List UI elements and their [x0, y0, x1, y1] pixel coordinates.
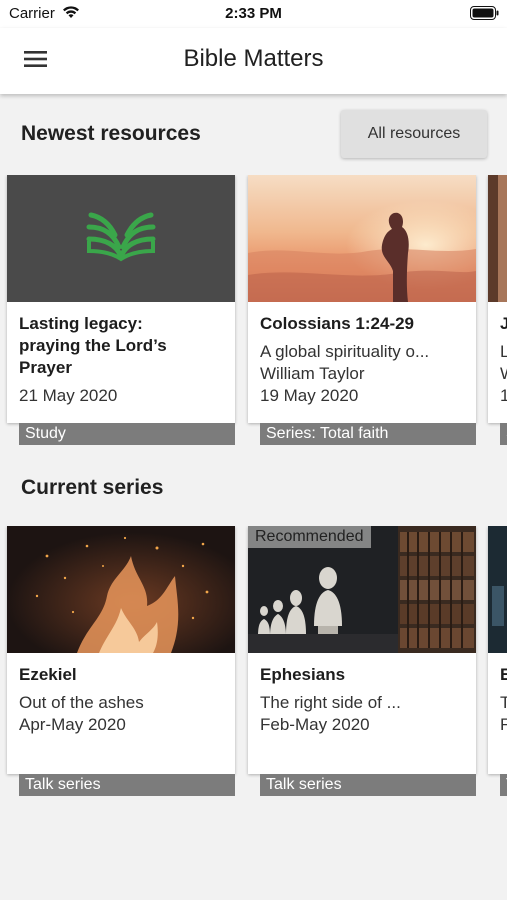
card-date: Apr-May 2020	[19, 715, 126, 734]
card-author: William Taylor	[260, 364, 365, 383]
newest-resources-heading: Newest resources	[21, 122, 201, 145]
series-card[interactable]: E T F T	[488, 526, 507, 796]
card-tag: Talk series	[260, 774, 476, 796]
app-bar: Bible Matters	[0, 28, 507, 94]
card-image	[488, 526, 507, 653]
battery-icon	[470, 6, 500, 25]
bible-matters-logo-icon	[86, 212, 156, 262]
card-tag: Series: Total faith	[260, 423, 476, 445]
card-subtitle: Out of the ashes	[19, 693, 144, 712]
card-image: Recommended	[248, 526, 476, 653]
card-title: Ephesians	[260, 665, 346, 684]
newest-resources-carousel[interactable]: Lasting legacy: praying the Lord’s Praye…	[0, 175, 507, 455]
card-date: 1	[500, 386, 507, 405]
card-subtitle: The right side of ...	[260, 693, 401, 712]
card-title: Ezekiel	[19, 665, 77, 684]
card-image	[7, 526, 235, 653]
status-bar: Carrier 2:33 PM	[0, 0, 507, 28]
series-card[interactable]: Ezekiel Out of the ashes Apr-May 2020 Ta…	[7, 526, 235, 796]
card-author: W	[500, 363, 507, 385]
card-title: J	[500, 314, 507, 333]
card-date: F	[500, 715, 507, 734]
series-card[interactable]: Recommended Ephesians The right side of …	[248, 526, 476, 796]
resource-card[interactable]: J L W 1 S	[488, 175, 507, 445]
card-date: Feb-May 2020	[260, 715, 370, 734]
card-title: Colossians 1:24-29	[260, 314, 415, 333]
card-date: 21 May 2020	[19, 386, 118, 405]
recommended-badge: Recommended	[248, 526, 371, 548]
resource-card[interactable]: Lasting legacy: praying the Lord’s Praye…	[7, 175, 235, 445]
app-title: Bible Matters	[183, 45, 324, 72]
card-date: 19 May 2020	[260, 386, 359, 405]
current-series-heading: Current series	[21, 476, 164, 499]
card-image	[7, 175, 235, 302]
card-tag: Talk series	[19, 774, 235, 796]
card-image	[248, 175, 476, 302]
resource-card[interactable]: Colossians 1:24-29 A global spirituality…	[248, 175, 476, 445]
all-resources-button[interactable]: All resources	[341, 110, 487, 158]
card-tag: T	[500, 774, 507, 796]
card-title: E	[500, 665, 507, 684]
card-tag: S	[500, 423, 507, 445]
card-subtitle: A global spirituality o...	[260, 342, 430, 361]
current-series-carousel[interactable]: Ezekiel Out of the ashes Apr-May 2020 Ta…	[0, 526, 507, 806]
card-image	[488, 175, 507, 302]
card-tag: Study	[19, 423, 235, 445]
card-title: Lasting legacy: praying the Lord’s Praye…	[19, 314, 167, 377]
clock: 2:33 PM	[225, 5, 282, 22]
card-subtitle: L	[500, 342, 507, 361]
card-subtitle: T	[500, 693, 507, 712]
